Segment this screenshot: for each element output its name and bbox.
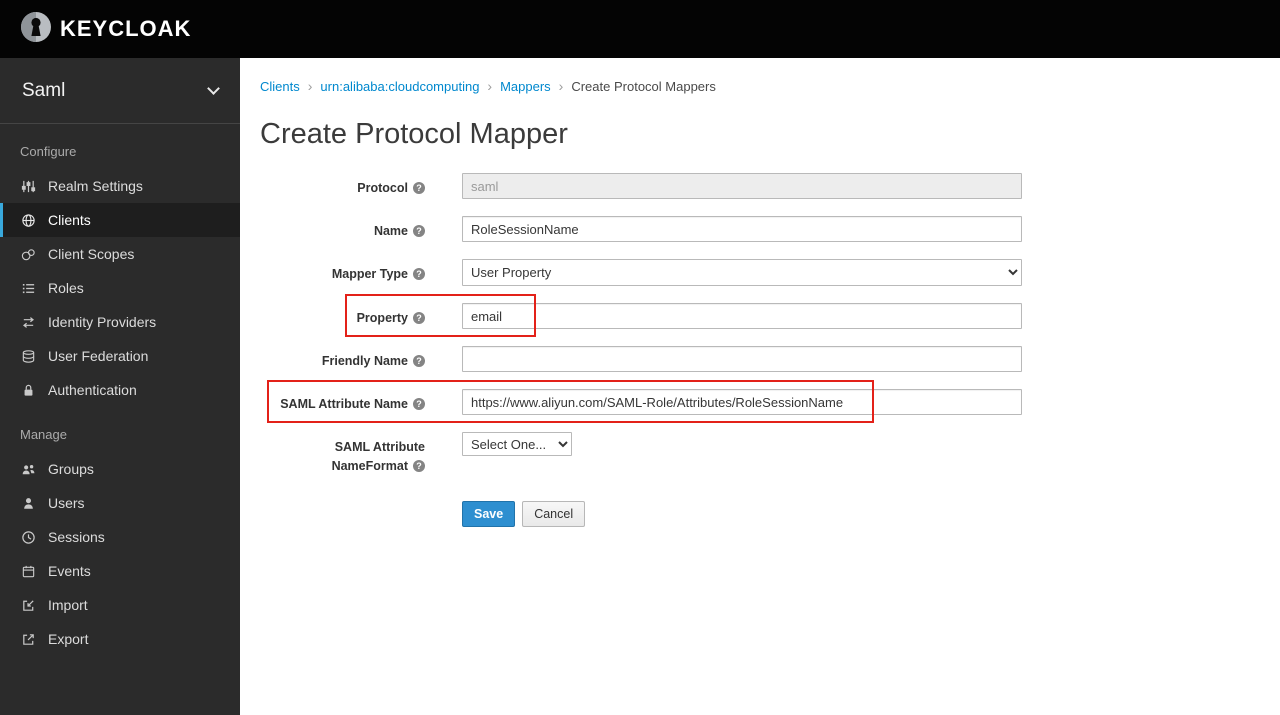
mapper-type-select[interactable]: User Property — [462, 259, 1022, 286]
app-window: KEYCLOAK Saml Configure Realm Settings C… — [0, 0, 1280, 715]
roles-icon — [20, 280, 37, 297]
friendly-name-label: Friendly Name? — [260, 346, 425, 371]
sidebar-item-label: Sessions — [48, 529, 105, 545]
name-input[interactable] — [462, 216, 1022, 242]
form-row-protocol: Protocol? — [260, 173, 1260, 199]
help-icon: ? — [413, 182, 425, 194]
sidebar-item-users[interactable]: Users — [0, 486, 240, 520]
import-icon — [20, 597, 37, 614]
form-row-mapper-type: Mapper Type? User Property — [260, 259, 1260, 286]
sidebar-item-label: Client Scopes — [48, 246, 135, 262]
sidebar-item-label: Users — [48, 495, 85, 511]
save-button[interactable]: Save — [462, 500, 516, 527]
friendly-name-input[interactable] — [462, 346, 1022, 372]
sidebar-item-label: Events — [48, 563, 91, 579]
cancel-button[interactable]: Cancel — [522, 500, 586, 527]
sidebar-item-events[interactable]: Events — [0, 554, 240, 588]
breadcrumb-separator-icon: › — [307, 78, 313, 94]
top-header-bar: KEYCLOAK — [0, 0, 1280, 58]
sidebar-item-roles[interactable]: Roles — [0, 271, 240, 305]
export-icon — [20, 631, 37, 648]
form-row-name: Name? — [260, 216, 1260, 242]
sidebar-item-label: Groups — [48, 461, 94, 477]
realm-selector[interactable]: Saml — [0, 58, 240, 124]
breadcrumb-current: Create Protocol Mappers — [571, 78, 716, 94]
create-protocol-mapper-form: Protocol? Name? Mapper Type? — [260, 173, 1260, 527]
sidebar-item-label: Realm Settings — [48, 178, 143, 194]
breadcrumb: Clients › urn:alibaba:cloudcomputing › M… — [260, 78, 1260, 94]
sidebar-section-manage: Manage — [20, 427, 67, 442]
saml-attribute-nameformat-label: SAML Attribute NameFormat? — [331, 440, 425, 474]
sidebar-section-configure: Configure — [20, 144, 77, 159]
sidebar-item-label: Authentication — [48, 382, 137, 398]
sidebar-item-sessions[interactable]: Sessions — [0, 520, 240, 554]
sidebar-item-label: Import — [48, 597, 88, 613]
realm-selector-label: Saml — [22, 79, 66, 101]
brand-name: KEYCLOAK — [60, 16, 192, 41]
keycloak-logo-icon — [18, 9, 54, 50]
sidebar-item-realm-settings[interactable]: Realm Settings — [0, 169, 240, 203]
sidebar-item-import[interactable]: Import — [0, 588, 240, 622]
help-icon: ? — [413, 268, 425, 280]
clients-icon — [20, 212, 37, 229]
user-icon — [20, 495, 37, 512]
breadcrumb-separator-icon: › — [487, 78, 493, 94]
sidebar: Saml Configure Realm Settings Clients Cl… — [0, 58, 240, 715]
breadcrumb-mappers[interactable]: Mappers — [500, 79, 551, 94]
sidebar-item-identity-providers[interactable]: Identity Providers — [0, 305, 240, 339]
help-icon: ? — [413, 460, 425, 473]
client-scopes-icon — [20, 246, 37, 263]
help-icon: ? — [413, 312, 425, 324]
name-label: Name? — [260, 216, 425, 241]
property-input[interactable] — [462, 303, 1022, 329]
sidebar-item-label: Identity Providers — [48, 314, 157, 330]
sidebar-item-clients[interactable]: Clients — [0, 203, 240, 237]
sidebar-item-export[interactable]: Export — [0, 622, 240, 656]
lock-icon — [20, 382, 37, 399]
sidebar-item-label: Roles — [48, 280, 84, 296]
database-icon — [20, 348, 37, 365]
sidebar-item-user-federation[interactable]: User Federation — [0, 339, 240, 373]
breadcrumb-clients[interactable]: Clients — [260, 79, 300, 94]
help-icon: ? — [413, 355, 425, 367]
form-actions: Save Cancel — [462, 500, 1260, 527]
breadcrumb-separator-icon: › — [558, 78, 564, 94]
sidebar-item-label: Export — [48, 631, 89, 647]
calendar-icon — [20, 563, 37, 580]
property-label: Property? — [260, 303, 425, 328]
saml-attribute-nameformat-select[interactable]: Select One... — [462, 432, 572, 456]
saml-attribute-name-input[interactable] — [462, 389, 1022, 415]
help-icon: ? — [413, 225, 425, 237]
groups-icon — [20, 461, 37, 478]
protocol-label: Protocol? — [260, 173, 425, 198]
breadcrumb-client-id[interactable]: urn:alibaba:cloudcomputing — [320, 79, 479, 94]
chevron-down-icon — [207, 81, 220, 95]
form-row-friendly-name: Friendly Name? — [260, 346, 1260, 372]
protocol-input — [462, 173, 1022, 199]
exchange-arrows-icon — [20, 314, 37, 331]
help-icon: ? — [413, 398, 425, 410]
sidebar-item-client-scopes[interactable]: Client Scopes — [0, 237, 240, 271]
page-title: Create Protocol Mapper — [260, 118, 568, 150]
sidebar-item-authentication[interactable]: Authentication — [0, 373, 240, 407]
sidebar-item-groups[interactable]: Groups — [0, 452, 240, 486]
form-row-property: Property? — [260, 294, 1260, 337]
form-row-saml-attribute-name: SAML Attribute Name? — [260, 380, 1260, 423]
mapper-type-label: Mapper Type? — [260, 259, 425, 284]
main-content: Clients › urn:alibaba:cloudcomputing › M… — [240, 58, 1280, 715]
sidebar-item-label: Clients — [48, 212, 91, 228]
keycloak-logo: KEYCLOAK — [18, 9, 191, 50]
saml-attribute-name-label: SAML Attribute Name? — [260, 389, 425, 414]
form-row-saml-attribute-nameformat: SAML Attribute NameFormat? Select One... — [260, 432, 1260, 477]
clock-icon — [20, 529, 37, 546]
sliders-icon — [20, 178, 37, 195]
sidebar-item-label: User Federation — [48, 348, 149, 364]
